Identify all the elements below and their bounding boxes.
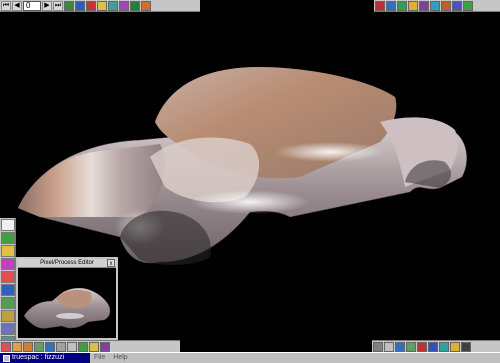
orbit-icon[interactable] [452, 0, 462, 11]
left-tool-palette [0, 218, 16, 350]
pixel-process-editor-window[interactable]: Pixel/Process Editor x [16, 257, 118, 340]
zoom-icon[interactable] [430, 0, 440, 11]
cylinder-primitive-icon[interactable] [1, 297, 15, 309]
material-tool-icon[interactable] [1, 245, 15, 257]
plane-primitive-icon[interactable] [1, 284, 15, 296]
shader-icon[interactable] [23, 341, 33, 352]
fit-view-icon[interactable] [463, 0, 473, 11]
render-tool-icon[interactable] [141, 0, 151, 11]
pan-icon[interactable] [441, 0, 451, 11]
view-control-bar [372, 340, 500, 352]
bottom-tool-bar [0, 340, 180, 352]
view-icon[interactable] [395, 341, 405, 352]
texture-icon[interactable] [34, 341, 44, 352]
mesh-icon[interactable] [56, 341, 66, 352]
close-icon[interactable]: x [107, 259, 115, 267]
render-icon[interactable] [100, 341, 110, 352]
undo-icon[interactable] [450, 341, 460, 352]
render-object-icon[interactable] [417, 341, 427, 352]
task-label: truespac : fizzuzi [12, 354, 65, 361]
bump-icon[interactable] [89, 341, 99, 352]
object-tool-icon[interactable] [75, 0, 85, 11]
cursor-icon[interactable] [373, 341, 383, 352]
animation-toolbar: ⏮ ◀ 0 ▶ ⏭ [0, 0, 200, 12]
cube-primitive-icon[interactable] [1, 271, 15, 283]
taskbar-app-button[interactable]: truespac : fizzuzi [0, 353, 90, 363]
redo-icon[interactable] [461, 341, 471, 352]
render-area-icon[interactable] [406, 341, 416, 352]
path-tool-icon[interactable] [130, 0, 140, 11]
last-frame-button[interactable]: ⏭ [53, 0, 63, 11]
cone-primitive-icon[interactable] [1, 310, 15, 322]
text-tool-icon[interactable] [1, 323, 15, 335]
light-icon[interactable] [419, 0, 429, 11]
editor-preview [23, 287, 111, 329]
move-tool-icon[interactable] [86, 0, 96, 11]
select-tool-icon[interactable] [1, 219, 15, 231]
menu-help[interactable]: Help [109, 353, 131, 363]
camera-icon[interactable] [408, 0, 418, 11]
first-frame-button[interactable]: ⏮ [1, 0, 11, 11]
rotate-tool-icon[interactable] [108, 0, 118, 11]
play-button[interactable]: ▶ [42, 0, 52, 11]
layers-icon[interactable] [439, 341, 449, 352]
edit-icon[interactable] [67, 341, 77, 352]
keyframe-tool-icon[interactable] [64, 0, 74, 11]
view-top-icon[interactable] [386, 0, 396, 11]
reflect-icon[interactable] [45, 341, 55, 352]
material-red-icon[interactable] [1, 341, 11, 352]
scale-tool-icon[interactable] [97, 0, 107, 11]
view-left-icon[interactable] [397, 0, 407, 11]
view-front-icon[interactable] [375, 0, 385, 11]
previous-frame-button[interactable]: ◀ [12, 0, 22, 11]
grid-icon[interactable] [384, 341, 394, 352]
app-icon [3, 354, 10, 362]
render-scene-icon[interactable] [428, 341, 438, 352]
smooth-icon[interactable] [78, 341, 88, 352]
taskbar: truespac : fizzuzi File Help [0, 352, 500, 363]
menu-file[interactable]: File [90, 353, 109, 363]
draw-tool-icon[interactable] [1, 232, 15, 244]
paint-tool-icon[interactable] [119, 0, 129, 11]
editor-title: Pixel/Process Editor [18, 259, 116, 268]
view-toolbar [374, 0, 500, 12]
sphere-primitive-icon[interactable] [1, 258, 15, 270]
material-orange-icon[interactable] [12, 341, 22, 352]
frame-number-field[interactable]: 0 [23, 0, 41, 11]
